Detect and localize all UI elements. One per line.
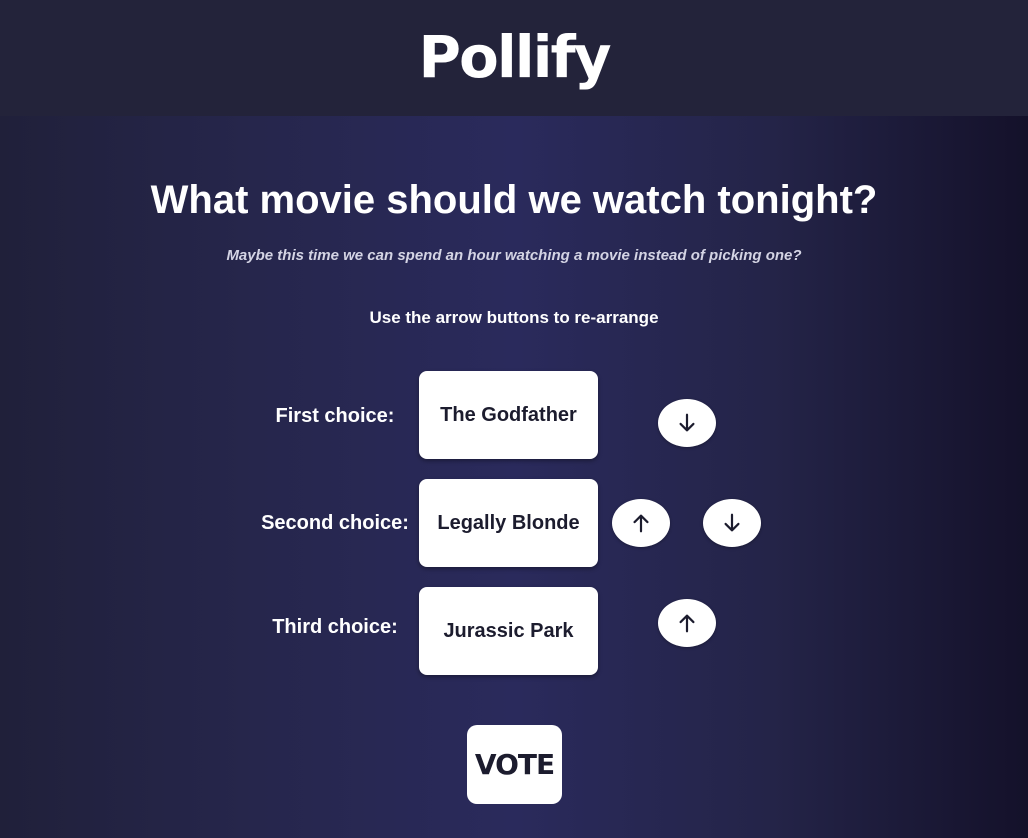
third-choice-card: Jurassic Park	[419, 587, 598, 675]
arrow-up-icon	[679, 614, 695, 633]
third-choice-label: Third choice:	[272, 616, 398, 638]
rearrange-instructions: Use the arrow buttons to re-arrange	[369, 308, 659, 327]
vote-button[interactable]: VOTE	[467, 725, 562, 804]
arrow-down-icon	[724, 513, 740, 532]
second-choice-move-down-button[interactable]	[703, 499, 761, 547]
arrow-up-icon	[633, 514, 649, 533]
second-choice-card: Legally Blonde	[419, 479, 598, 567]
brand-logo: Pollify	[418, 23, 611, 91]
second-choice-label: Second choice:	[261, 512, 409, 534]
poll-title: What movie should we watch tonight?	[150, 178, 878, 222]
first-choice-move-down-button[interactable]	[658, 399, 716, 447]
second-choice-move-up-button[interactable]	[612, 499, 670, 547]
third-choice-move-up-button[interactable]	[658, 599, 716, 647]
first-choice-label: First choice:	[275, 405, 395, 427]
first-choice-card: The Godfather	[419, 371, 598, 459]
header-bar: Pollify	[0, 0, 1028, 116]
arrow-down-icon	[679, 413, 695, 432]
poll-subtitle: Maybe this time we can spend an hour wat…	[226, 247, 802, 264]
